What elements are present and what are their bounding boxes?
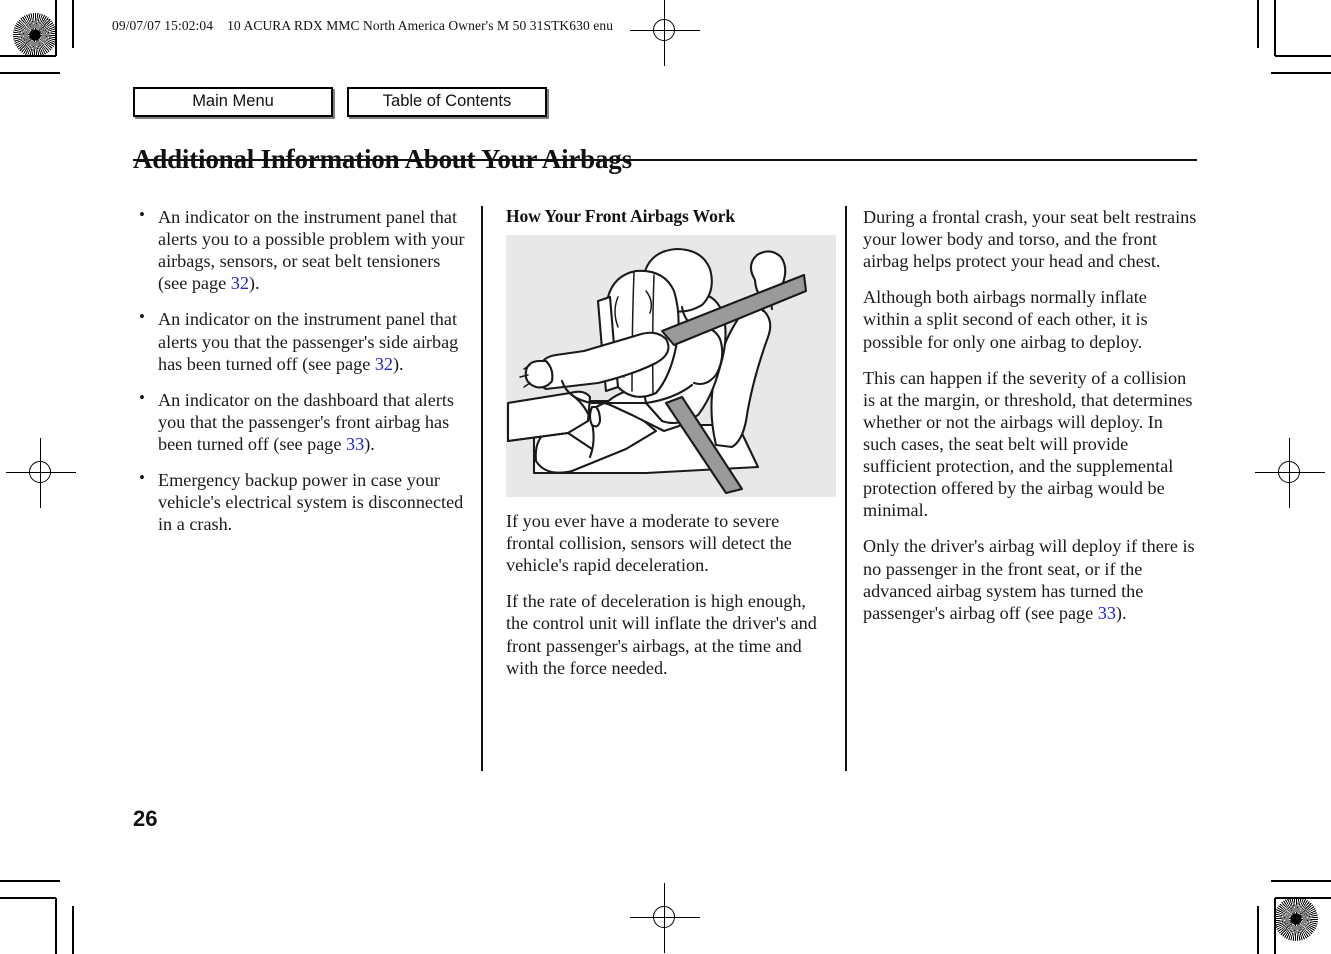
crop-mark-bottom-left-vertical	[55, 898, 57, 954]
list-item: Emergency backup power in case your vehi…	[133, 468, 465, 535]
crop-mark-top-left-inner-vertical	[72, 0, 74, 48]
registration-target-bottom-right	[1274, 897, 1318, 941]
registration-crosshair-right	[1255, 438, 1325, 508]
crop-mark-bottom-right-horizontal	[1275, 897, 1331, 899]
bullet-text-after: ).	[248, 273, 260, 294]
column-left: An indicator on the instrument panel tha…	[133, 205, 483, 679]
bullet-text: An indicator on the instrument panel tha…	[158, 207, 465, 294]
list-item: An indicator on the instrument panel tha…	[133, 307, 465, 374]
paragraph: If you ever have a moderate to severe fr…	[506, 511, 792, 576]
crop-mark-bottom-left-horizontal	[0, 897, 56, 899]
airbag-features-list: An indicator on the instrument panel tha…	[133, 205, 465, 535]
registration-target-top-left	[13, 13, 57, 57]
print-job-info: 10 ACURA RDX MMC North America Owner's M…	[227, 18, 614, 33]
crop-mark-top-left-vertical	[55, 0, 57, 56]
crop-mark-bottom-left-inner-vertical	[72, 906, 74, 954]
main-menu-button[interactable]: Main Menu	[133, 87, 333, 117]
section-heading-how-airbags-work: How Your Front Airbags Work	[506, 206, 736, 226]
column-right: During a frontal crash, your seat belt r…	[840, 206, 1197, 679]
paragraph-text-after: ).	[1115, 602, 1127, 623]
page-reference-link[interactable]: 33	[1098, 603, 1116, 623]
crop-mark-top-right-inner-vertical	[1257, 0, 1259, 48]
paragraph: If the rate of deceleration is high enou…	[506, 591, 817, 678]
crop-mark-top-right-vertical	[1274, 0, 1276, 56]
print-timestamp: 09/07/07 15:02:04	[112, 18, 214, 33]
bullet-text: An indicator on the dashboard that alert…	[158, 389, 454, 454]
crop-mark-top-right-inner-horizontal	[1271, 72, 1331, 75]
paragraph: Although both airbags normally inflate w…	[863, 287, 1148, 352]
paragraph-text: Only the driver's airbag will deploy if …	[863, 536, 1195, 623]
title-divider-rule	[133, 159, 1197, 161]
registration-crosshair-bottom	[630, 883, 700, 953]
crop-mark-bottom-right-inner-vertical	[1257, 906, 1259, 954]
crop-mark-bottom-right-vertical	[1274, 898, 1276, 954]
paragraph-with-page-reference: Only the driver's airbag will deploy if …	[863, 535, 1197, 623]
table-of-contents-button[interactable]: Table of Contents	[347, 87, 547, 117]
page-reference-link[interactable]: 33	[346, 434, 364, 454]
navigation-bar: Main Menu Table of Contents	[133, 87, 547, 117]
page-reference-link[interactable]: 32	[375, 354, 393, 374]
crop-mark-top-left-horizontal	[0, 55, 56, 57]
list-item: An indicator on the instrument panel tha…	[133, 205, 465, 294]
crop-mark-bottom-right-inner-horizontal	[1271, 879, 1331, 882]
airbag-deployment-illustration	[506, 235, 836, 497]
registration-crosshair-left	[6, 438, 76, 508]
page-number-folio: 26	[133, 806, 158, 831]
paragraph: During a frontal crash, your seat belt r…	[863, 207, 1197, 272]
crop-mark-top-left-inner-horizontal	[0, 72, 60, 75]
document-print-header: 09/07/07 15:02:04 10 ACURA RDX MMC North …	[112, 18, 613, 34]
bullet-text: Emergency backup power in case your vehi…	[158, 470, 464, 535]
bullet-text-after: ).	[393, 353, 404, 374]
paragraph: This can happen if the severity of a col…	[863, 367, 1193, 521]
crop-mark-top-right-horizontal	[1275, 55, 1331, 57]
column-middle: How Your Front Airbags Work If you ever …	[483, 206, 840, 679]
registration-crosshair-top	[630, 0, 700, 66]
list-item: An indicator on the dashboard that alert…	[133, 388, 465, 455]
bullet-text: An indicator on the instrument panel tha…	[158, 309, 459, 374]
content-columns: An indicator on the instrument panel tha…	[133, 205, 1197, 679]
bullet-text-after: ).	[364, 433, 375, 454]
crop-mark-bottom-left-inner-horizontal	[0, 879, 60, 882]
page-reference-link[interactable]: 32	[231, 273, 249, 293]
